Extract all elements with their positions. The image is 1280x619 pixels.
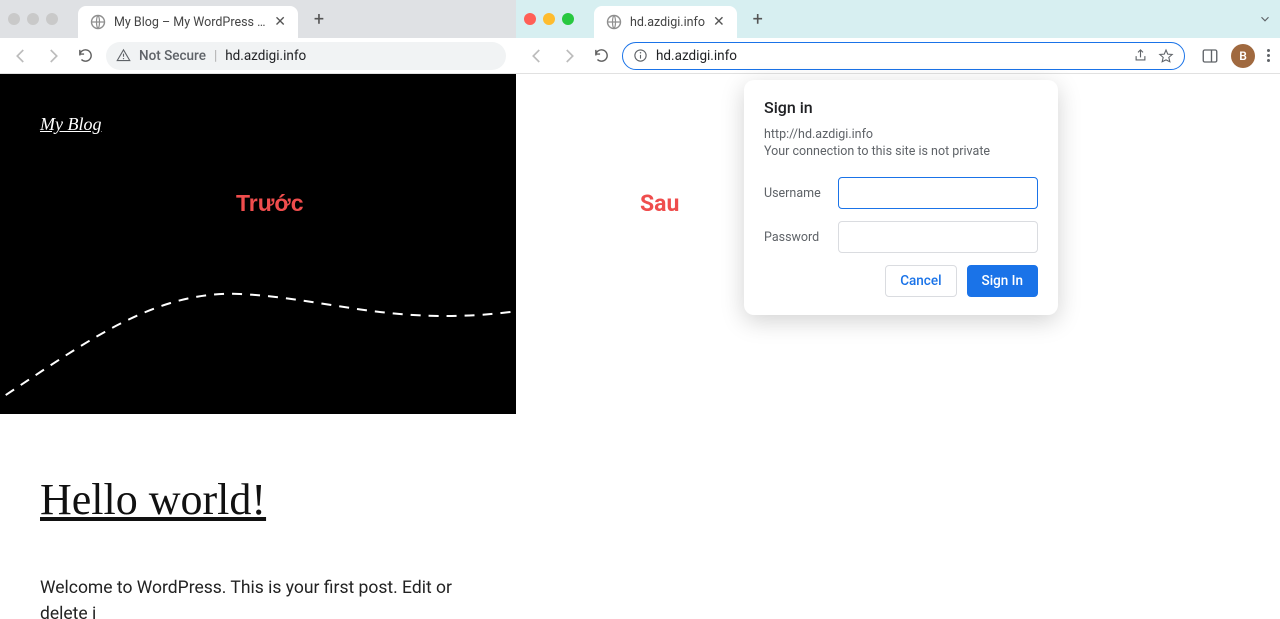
article: Hello world! Welcome to WordPress. This … (0, 414, 516, 619)
hero-section: My Blog Trước (0, 74, 516, 414)
address-bar[interactable]: Not Secure | hd.azdigi.info (106, 42, 506, 70)
site-title-link[interactable]: My Blog (40, 114, 101, 134)
auth-dialog-title: Sign in (764, 98, 1038, 117)
overlay-label-after: Sau (640, 190, 679, 217)
back-button[interactable] (526, 45, 548, 67)
tab-bar: hd.azdigi.info ✕ + (516, 0, 1280, 38)
url-text: hd.azdigi.info (656, 48, 737, 64)
sign-in-button[interactable]: Sign In (967, 265, 1038, 297)
page-content: My Blog Trước Hello world! Welcome to Wo… (0, 74, 516, 619)
close-window-dot[interactable] (8, 13, 20, 25)
toolbar: Not Secure | hd.azdigi.info (0, 38, 516, 74)
browser-window-left: My Blog – My WordPress Blog ✕ + Not Secu… (0, 0, 516, 619)
address-bar[interactable]: hd.azdigi.info (622, 42, 1185, 70)
share-icon[interactable] (1133, 48, 1148, 63)
toolbar: hd.azdigi.info B (516, 38, 1280, 74)
side-panel-icon[interactable] (1201, 47, 1219, 65)
bookmark-star-icon[interactable] (1158, 48, 1174, 64)
post-heading[interactable]: Hello world! (40, 474, 476, 525)
forward-button[interactable] (558, 45, 580, 67)
cancel-button[interactable]: Cancel (885, 265, 956, 297)
globe-icon (90, 14, 106, 30)
username-input[interactable] (838, 177, 1038, 209)
minimize-window-dot[interactable] (543, 13, 555, 25)
overlay-label-before: Trước (236, 190, 304, 217)
traffic-lights (524, 13, 574, 25)
profile-avatar[interactable]: B (1231, 44, 1255, 68)
reload-button[interactable] (74, 45, 96, 67)
globe-icon (606, 14, 622, 30)
http-auth-dialog: Sign in http://hd.azdigi.info Your conne… (744, 80, 1058, 315)
omnibox-separator: | (214, 48, 217, 64)
info-icon[interactable] (633, 48, 648, 63)
traffic-lights (8, 13, 58, 25)
post-excerpt: Welcome to WordPress. This is your first… (40, 575, 476, 619)
tab-bar: My Blog – My WordPress Blog ✕ + (0, 0, 516, 38)
reload-button[interactable] (590, 45, 612, 67)
username-label: Username (764, 186, 826, 201)
kebab-menu-icon[interactable] (1267, 49, 1270, 62)
maximize-window-dot[interactable] (562, 13, 574, 25)
url-text: hd.azdigi.info (225, 48, 306, 64)
new-tab-button[interactable]: + (745, 6, 771, 32)
browser-tab[interactable]: hd.azdigi.info ✕ (594, 6, 737, 38)
tab-title: My Blog – My WordPress Blog (114, 15, 266, 30)
back-button[interactable] (10, 45, 32, 67)
browser-tab[interactable]: My Blog – My WordPress Blog ✕ (78, 6, 298, 38)
tab-title: hd.azdigi.info (630, 15, 705, 30)
avatar-initial: B (1239, 49, 1247, 63)
dashed-curve-decoration (0, 244, 516, 414)
chevron-down-icon[interactable] (1258, 12, 1272, 26)
close-tab-icon[interactable]: ✕ (713, 14, 725, 30)
auth-dialog-warning: Your connection to this site is not priv… (764, 144, 1038, 159)
page-content: Sau Sign in http://hd.azdigi.info Your c… (516, 74, 1280, 619)
new-tab-button[interactable]: + (306, 6, 332, 32)
minimize-window-dot[interactable] (27, 13, 39, 25)
close-tab-icon[interactable]: ✕ (274, 14, 286, 30)
browser-window-right: hd.azdigi.info ✕ + hd.azdigi.info (516, 0, 1280, 619)
maximize-window-dot[interactable] (46, 13, 58, 25)
password-label: Password (764, 230, 826, 245)
close-window-dot[interactable] (524, 13, 536, 25)
not-secure-icon (116, 48, 131, 63)
password-input[interactable] (838, 221, 1038, 253)
forward-button[interactable] (42, 45, 64, 67)
security-warning-text: Not Secure (139, 48, 206, 64)
auth-dialog-site: http://hd.azdigi.info (764, 127, 1038, 142)
